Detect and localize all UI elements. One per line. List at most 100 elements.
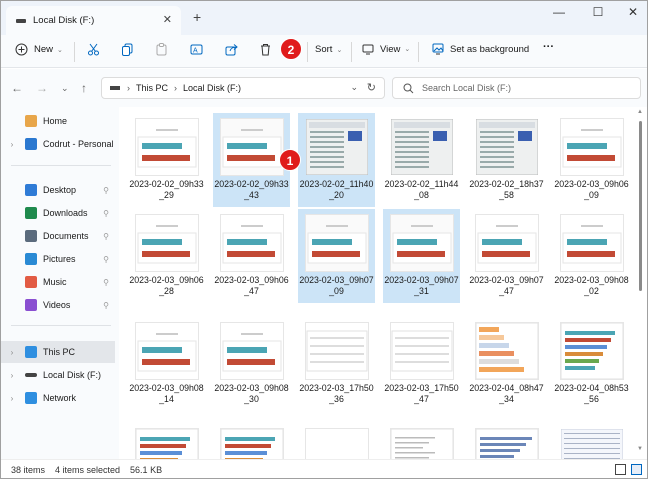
file-tile[interactable] bbox=[383, 423, 460, 478]
file-tile[interactable]: 2023-02-03_09h07_31 bbox=[383, 209, 460, 303]
expand-chevron-icon[interactable]: › bbox=[7, 371, 17, 380]
details-view-icon[interactable] bbox=[615, 464, 626, 475]
tab-close-icon[interactable]: ✕ bbox=[163, 13, 172, 26]
sidebar-item-network[interactable]: › Network bbox=[1, 387, 115, 409]
expand-chevron-icon[interactable]: › bbox=[7, 140, 17, 149]
maximize-button[interactable]: ☐ bbox=[588, 5, 608, 19]
share-button[interactable] bbox=[225, 43, 238, 56]
scroll-down-icon[interactable]: ▼ bbox=[637, 446, 643, 452]
pin-icon[interactable]: ⚲ bbox=[103, 209, 109, 218]
set-as-background-button[interactable]: Set as background bbox=[432, 43, 529, 55]
pin-icon[interactable]: ⚲ bbox=[103, 186, 109, 195]
file-tile[interactable]: 2023-02-03_09h08_14 bbox=[128, 317, 205, 411]
file-name: 2023-02-03_09h06_09 bbox=[554, 179, 629, 200]
file-name: 2023-02-02_09h33_29 bbox=[129, 179, 204, 200]
file-tile[interactable]: 2023-02-04_08h47_34 bbox=[468, 317, 545, 411]
close-window-button[interactable]: ✕ bbox=[623, 5, 643, 19]
file-tile[interactable]: 2023-02-03_09h08_30 bbox=[213, 317, 290, 411]
sidebar-item-home[interactable]: Home bbox=[1, 110, 115, 132]
view-button[interactable]: View ⌄ bbox=[362, 43, 410, 55]
breadcrumb-local-disk[interactable]: Local Disk (F:) bbox=[183, 83, 241, 93]
sidebar-item-codrut-personal[interactable]: › Codrut - Personal bbox=[1, 133, 115, 155]
scroll-up-icon[interactable]: ▲ bbox=[637, 109, 643, 115]
new-button[interactable]: New ⌄ bbox=[15, 43, 63, 56]
file-tile[interactable]: 2023-02-03_09h06_09 bbox=[553, 113, 630, 207]
home-icon bbox=[25, 115, 37, 127]
search-input[interactable]: Search Local Disk (F:) bbox=[392, 77, 641, 99]
forward-arrow-icon[interactable]: → bbox=[36, 81, 48, 95]
file-tile[interactable]: 2023-02-02_11h40_20 bbox=[298, 113, 375, 207]
copy-button[interactable] bbox=[121, 43, 134, 56]
breadcrumb-this-pc[interactable]: This PC bbox=[136, 83, 168, 93]
new-tab-button[interactable]: + bbox=[193, 9, 201, 25]
file-tile[interactable] bbox=[553, 423, 630, 478]
sidebar-item-documents[interactable]: Documents ⚲ bbox=[1, 225, 115, 247]
pin-icon[interactable]: ⚲ bbox=[103, 301, 109, 310]
chevron-down-icon: ⌄ bbox=[336, 46, 343, 54]
sidebar-item-music[interactable]: Music ⚲ bbox=[1, 271, 115, 293]
file-tile[interactable] bbox=[298, 423, 375, 478]
sidebar-item-this-pc[interactable]: › This PC bbox=[1, 341, 115, 363]
file-tile[interactable] bbox=[213, 423, 290, 478]
selection-count: 4 items selected bbox=[55, 465, 121, 475]
back-arrow-icon[interactable]: ← bbox=[11, 81, 23, 95]
refresh-icon[interactable]: ↻ bbox=[367, 81, 376, 94]
file-tile[interactable]: 2023-02-03_09h06_47 bbox=[213, 209, 290, 303]
recent-locations-chevron-icon[interactable]: ⌄ bbox=[61, 83, 69, 94]
image-thumbnail bbox=[475, 118, 539, 176]
drive-icon bbox=[110, 86, 120, 90]
file-tile[interactable]: 2023-02-03_17h50_36 bbox=[298, 317, 375, 411]
expand-chevron-icon[interactable]: › bbox=[7, 348, 17, 357]
sidebar-item-videos[interactable]: Videos ⚲ bbox=[1, 294, 115, 316]
paste-button[interactable] bbox=[155, 43, 168, 56]
file-name: 2023-02-03_09h07_31 bbox=[384, 275, 459, 296]
address-bar[interactable]: › This PC › Local Disk (F:) ⌄ ↻ bbox=[101, 77, 385, 99]
pin-icon[interactable]: ⚲ bbox=[103, 255, 109, 264]
sidebar-item-downloads[interactable]: Downloads ⚲ bbox=[1, 202, 115, 224]
vertical-scrollbar[interactable] bbox=[639, 121, 642, 291]
sidebar-item-local-disk-f[interactable]: › Local Disk (F:) bbox=[1, 364, 115, 386]
pin-icon[interactable]: ⚲ bbox=[103, 232, 109, 241]
plus-circle-icon bbox=[15, 43, 28, 56]
file-tile[interactable]: 2023-02-02_18h37_58 bbox=[468, 113, 545, 207]
file-tile[interactable]: 2023-02-02_11h44_08 bbox=[383, 113, 460, 207]
file-name: 2023-02-03_17h50_47 bbox=[384, 383, 459, 404]
file-tile[interactable] bbox=[468, 423, 545, 478]
file-tile[interactable]: 2023-02-04_08h53_56 bbox=[553, 317, 630, 411]
pin-icon[interactable]: ⚲ bbox=[103, 278, 109, 287]
file-tile[interactable]: 2023-02-03_09h07_47 bbox=[468, 209, 545, 303]
sidebar-item-desktop[interactable]: Desktop ⚲ bbox=[1, 179, 115, 201]
file-tile[interactable]: 2023-02-03_17h50_47 bbox=[383, 317, 460, 411]
file-tile[interactable]: 2023-02-03_09h08_02 bbox=[553, 209, 630, 303]
copy-icon bbox=[122, 43, 133, 56]
large-icons-view-icon[interactable] bbox=[631, 464, 642, 475]
address-history-chevron-icon[interactable]: ⌄ bbox=[350, 82, 358, 93]
image-thumbnail bbox=[306, 215, 368, 271]
image-thumbnail bbox=[305, 118, 369, 176]
minimize-button[interactable]: — bbox=[549, 5, 569, 19]
expand-chevron-icon[interactable]: › bbox=[7, 394, 17, 403]
delete-button[interactable] bbox=[259, 43, 272, 56]
tab-title: Local Disk (F:) bbox=[33, 15, 95, 26]
file-tile[interactable]: 2023-02-03_09h06_28 bbox=[128, 209, 205, 303]
tab-local-disk[interactable]: Local Disk (F:) ✕ bbox=[6, 6, 181, 35]
up-arrow-icon[interactable]: ↑ bbox=[81, 81, 87, 95]
file-tile[interactable]: 2023-02-03_09h07_09 bbox=[298, 209, 375, 303]
more-options-button[interactable]: ··· bbox=[543, 41, 554, 53]
sidebar-item-label: Home bbox=[43, 116, 68, 126]
sort-button[interactable]: Sort ⌄ bbox=[297, 43, 342, 56]
cut-button[interactable] bbox=[87, 43, 100, 56]
divider bbox=[418, 42, 419, 62]
file-tile[interactable] bbox=[128, 423, 205, 478]
image-thumbnail bbox=[391, 215, 453, 271]
sidebar-divider bbox=[11, 165, 111, 166]
pc-icon bbox=[25, 346, 37, 358]
chevron-down-icon: ⌄ bbox=[404, 46, 411, 53]
sidebar-item-pictures[interactable]: Pictures ⚲ bbox=[1, 248, 115, 270]
view-icon bbox=[362, 44, 374, 55]
rename-button[interactable]: A bbox=[190, 43, 203, 56]
sidebar-item-label: Pictures bbox=[43, 254, 76, 264]
file-name: 2023-02-02_09h33_43 bbox=[214, 179, 289, 200]
file-tile[interactable]: 2023-02-02_09h33_29 bbox=[128, 113, 205, 207]
file-name: 2023-02-03_09h06_28 bbox=[129, 275, 204, 296]
